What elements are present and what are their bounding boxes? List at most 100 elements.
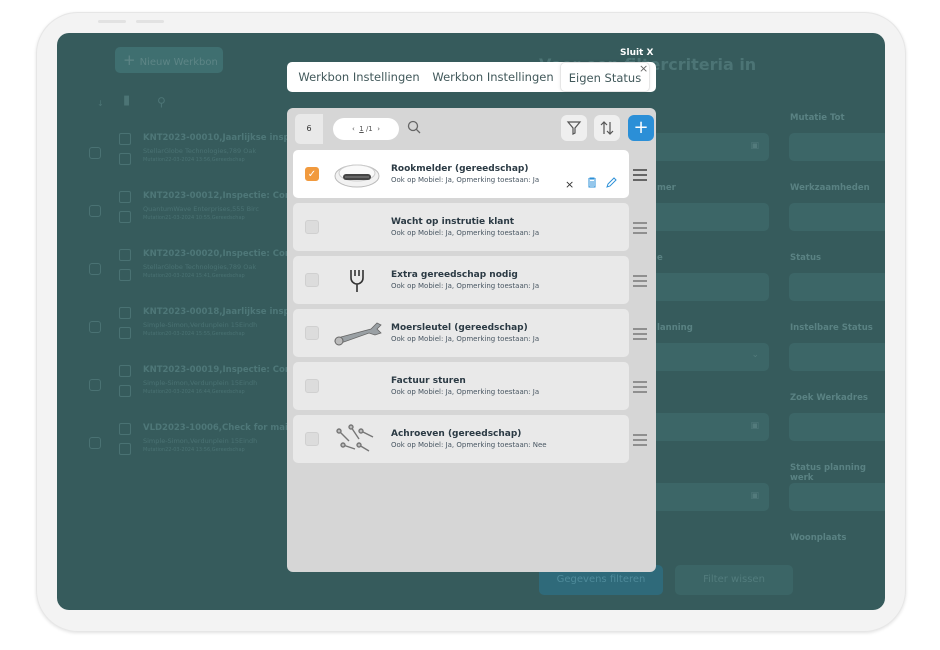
row-title: KNT2023-00012,Inspectie: Cor	[143, 191, 290, 201]
trash-icon[interactable]	[587, 177, 597, 191]
werkbon-row[interactable]: KNT2023-00010,Jaarlijkse insp StellarGlo…	[89, 125, 290, 177]
filter-label: Instelbare Status	[790, 323, 873, 333]
tab-eigen-status[interactable]: Eigen Status	[560, 62, 650, 92]
filter-label: mer	[657, 183, 676, 193]
item-name: Rookmelder (gereedschap)	[391, 164, 529, 174]
werkbon-row[interactable]: KNT2023-00018,Jaarlijkse insp Simple-Sim…	[89, 299, 290, 351]
filter-label: lanning	[657, 323, 693, 333]
row-checkbox[interactable]	[89, 321, 101, 333]
werkbon-row[interactable]: KNT2023-00012,Inspectie: Cor QuantumWave…	[89, 183, 289, 235]
drag-handle-icon[interactable]	[633, 275, 647, 287]
item-details: Ook op Mobiel: Ja, Opmerking toestaan: J…	[391, 335, 540, 343]
item-count: 6	[295, 114, 323, 144]
filter-field[interactable]	[789, 343, 885, 371]
new-werkbon-button[interactable]: + Nieuw Werkbon	[115, 47, 223, 73]
status-list-item[interactable]: Factuur sturen Ook op Mobiel: Ja, Opmerk…	[293, 362, 629, 410]
row-subtitle: Simple-Simon,Verdunplein 15Eindh	[143, 321, 258, 329]
edit-pencil-icon[interactable]	[606, 177, 617, 191]
filter-label: Zoek Werkadres	[790, 393, 868, 403]
werkbon-row[interactable]: KNT2023-00019,Inspectie: Cor Simple-Simo…	[89, 357, 289, 409]
row-checkbox[interactable]	[89, 379, 101, 391]
search-icon[interactable]: ⚲	[157, 95, 166, 109]
screws-thumbnail	[329, 421, 385, 457]
row-subtitle: StellarGlobe Technologies,789 Oak	[143, 263, 257, 271]
page-current[interactable]: 1	[359, 125, 363, 133]
filter-field[interactable]: ▣	[639, 133, 769, 161]
filter-field[interactable]	[789, 203, 885, 231]
drag-handle-icon[interactable]	[633, 381, 647, 393]
close-modal-label[interactable]: Sluit X	[620, 48, 653, 58]
item-details: Ook op Mobiel: Ja, Opmerking toestaan: J…	[391, 282, 540, 290]
row-checkbox[interactable]	[89, 147, 101, 159]
item-name: Factuur sturen	[391, 376, 466, 386]
document-icon	[119, 327, 131, 339]
filter-field[interactable]: ⌄	[639, 343, 769, 371]
tab-werkbon-instellingen-2[interactable]: Werkbon Instellingen	[427, 62, 559, 92]
smoke-detector-thumbnail	[329, 156, 385, 192]
werkbon-row[interactable]: KNT2023-00020,Inspectie: Cor StellarGlob…	[89, 241, 289, 293]
document-icon	[119, 153, 131, 165]
item-name: Wacht op instrutie klant	[391, 217, 515, 227]
row-checkbox[interactable]	[89, 205, 101, 217]
tab-werkbon-instellingen-1[interactable]: Werkbon Instellingen	[293, 62, 425, 92]
plug-icon-thumbnail	[329, 262, 385, 298]
row-subtitle: QuantumWave Enterprises,555 Birc	[143, 205, 259, 213]
item-checkbox[interactable]	[305, 432, 319, 446]
clear-filter-button[interactable]: Filter wissen	[675, 565, 793, 595]
calendar-icon[interactable]: ▣	[750, 491, 759, 501]
calendar-icon[interactable]: ▣	[750, 141, 759, 151]
pager-next-icon[interactable]: ›	[377, 125, 380, 133]
item-checkbox[interactable]	[305, 273, 319, 287]
filter-field[interactable]	[639, 273, 769, 301]
search-icon[interactable]	[407, 120, 423, 136]
row-title: KNT2023-00019,Inspectie: Cor	[143, 365, 290, 375]
filter-field[interactable]	[639, 203, 769, 231]
werkbon-row[interactable]: VLD2023-10006,Check for mai Simple-Simon…	[89, 415, 289, 467]
modal-tab-bar: Werkbon Instellingen Werkbon Instellinge…	[287, 62, 656, 92]
filter-label: Werkzaamheden	[790, 183, 870, 193]
filter-label: Status planning werk	[790, 463, 866, 483]
status-list-item[interactable]: Wacht op instrutie klant Ook op Mobiel: …	[293, 203, 629, 251]
filter-field[interactable]: ▣	[639, 483, 769, 511]
add-status-button[interactable]: +	[628, 115, 654, 141]
pagination[interactable]: ‹ 1 /1 ›	[333, 118, 399, 140]
row-subtitle: Simple-Simon,Verdunplein 15Eindh	[143, 379, 258, 387]
filter-field[interactable]: ▣	[639, 413, 769, 441]
item-checkbox[interactable]: ✓	[305, 167, 319, 181]
bookmark-icon[interactable]: ▮	[123, 93, 130, 108]
status-list-item[interactable]: ✓ Rookmelder (gereedschap) Ook op Mobiel…	[293, 150, 629, 198]
drag-handle-icon[interactable]	[633, 434, 647, 446]
drag-handle-icon[interactable]	[633, 328, 647, 340]
sort-icon[interactable]	[594, 115, 620, 141]
close-icon[interactable]: ×	[639, 62, 648, 75]
filter-field[interactable]	[789, 133, 885, 161]
filter-field[interactable]	[789, 483, 885, 511]
wrench-thumbnail	[329, 315, 385, 351]
lock-icon	[119, 191, 131, 203]
chevron-down-icon[interactable]: ⌄	[751, 350, 759, 360]
item-checkbox[interactable]	[305, 379, 319, 393]
list-toolbar: 6 ‹ 1 /1 › +	[295, 114, 654, 144]
lock-icon	[119, 307, 131, 319]
close-icon[interactable]: ×	[565, 178, 574, 191]
filter-field[interactable]	[789, 413, 885, 441]
status-list-item[interactable]: Extra gereedschap nodig Ook op Mobiel: J…	[293, 256, 629, 304]
row-checkbox[interactable]	[89, 263, 101, 275]
item-checkbox[interactable]	[305, 220, 319, 234]
filter-icon[interactable]	[561, 115, 587, 141]
status-list-item[interactable]: Moersleutel (gereedschap) Ook op Mobiel:…	[293, 309, 629, 357]
empty-thumbnail	[329, 209, 385, 245]
status-list-item[interactable]: Achroeven (gereedschap) Ook op Mobiel: J…	[293, 415, 629, 463]
row-checkbox[interactable]	[89, 437, 101, 449]
calendar-icon[interactable]: ▣	[750, 421, 759, 431]
row-title: KNT2023-00010,Jaarlijkse insp	[143, 133, 290, 143]
sort-arrow-icon[interactable]: ↓	[97, 99, 104, 108]
drag-handle-icon[interactable]	[633, 222, 647, 234]
item-details: Ook op Mobiel: Ja, Opmerking toestaan: J…	[391, 229, 540, 237]
document-icon	[119, 211, 131, 223]
item-checkbox[interactable]	[305, 326, 319, 340]
pager-prev-icon[interactable]: ‹	[352, 125, 355, 133]
filter-field[interactable]	[789, 273, 885, 301]
drag-handle-icon[interactable]	[633, 169, 647, 181]
item-name: Achroeven (gereedschap)	[391, 429, 522, 439]
